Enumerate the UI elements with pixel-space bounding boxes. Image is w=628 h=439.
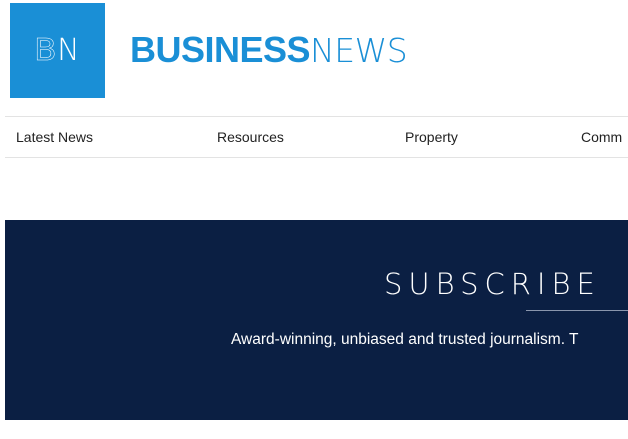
nav-item-property[interactable]: Property <box>405 129 458 145</box>
brand-wordmark[interactable]: BUSINESSNEWS <box>130 28 408 73</box>
page: BN BUSINESSNEWS Latest News Resources Pr… <box>0 0 628 439</box>
brand-news: NEWS <box>310 31 408 70</box>
brand-business: BUSINESS <box>130 29 311 70</box>
nav-item-resources[interactable]: Resources <box>217 129 284 145</box>
nav-item-commercial[interactable]: Comm <box>581 129 622 145</box>
main-nav: Latest News Resources Property Comm <box>5 116 628 158</box>
logo-letter-b: B <box>34 33 58 69</box>
subscribe-title: SUBSCRIBE <box>384 267 601 301</box>
logo-letter-n: N <box>57 33 80 68</box>
nav-item-latest-news[interactable]: Latest News <box>16 129 93 145</box>
subscribe-banner[interactable]: SUBSCRIBE Award-winning, unbiased and tr… <box>5 220 628 420</box>
title-divider <box>526 310 628 311</box>
subscribe-tagline: Award-winning, unbiased and trusted jour… <box>231 331 579 348</box>
logo[interactable]: BN <box>10 3 105 98</box>
